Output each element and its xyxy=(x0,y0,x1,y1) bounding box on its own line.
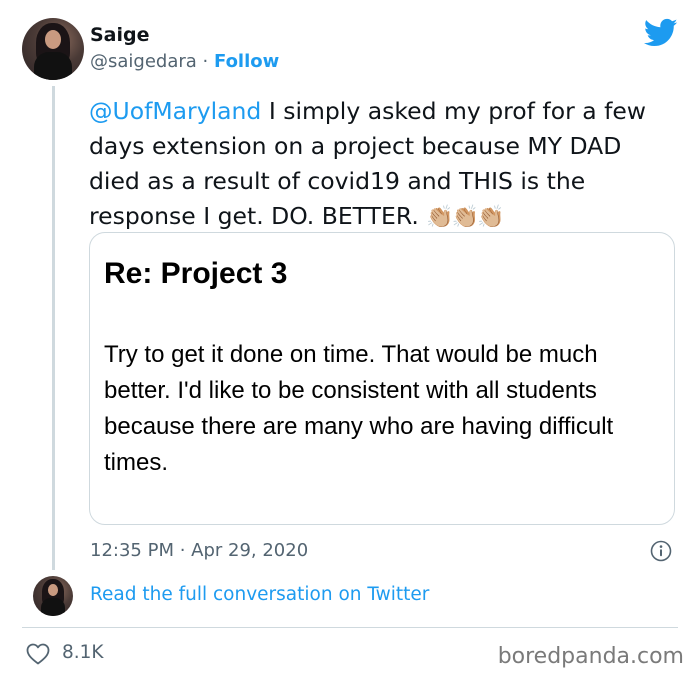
author-handle[interactable]: @saigedara xyxy=(90,51,197,72)
email-screenshot-card[interactable]: Re: Project 3 Try to get it done on time… xyxy=(89,232,675,525)
clapping-hands-icon: 👏🏼👏🏼👏🏼 xyxy=(426,205,504,230)
thread-line xyxy=(52,86,55,570)
watermark: boredpanda.com xyxy=(497,644,684,669)
author-avatar[interactable] xyxy=(22,18,84,80)
tweet-text: @UofMaryland I simply asked my prof for … xyxy=(89,94,679,235)
info-icon[interactable] xyxy=(650,540,672,562)
read-conversation-link[interactable]: Read the full conversation on Twitter xyxy=(90,584,429,605)
author-handle-row: @saigedara · Follow xyxy=(90,51,279,72)
heart-icon[interactable] xyxy=(26,643,50,665)
twitter-bird-icon[interactable] xyxy=(644,18,678,48)
like-count[interactable]: 8.1K xyxy=(62,642,104,663)
email-body: Try to get it done on time. That would b… xyxy=(104,341,614,476)
tweet-timestamp[interactable]: 12:35 PM · Apr 29, 2020 xyxy=(90,540,308,561)
follow-button[interactable]: Follow xyxy=(214,51,279,72)
divider xyxy=(22,627,678,628)
handle-separator: · xyxy=(202,51,209,72)
email-subject: Re: Project 3 xyxy=(104,257,288,290)
mention-link[interactable]: @UofMaryland xyxy=(89,97,261,125)
author-name[interactable]: Saige xyxy=(90,24,150,46)
author-avatar-small[interactable] xyxy=(33,576,73,616)
